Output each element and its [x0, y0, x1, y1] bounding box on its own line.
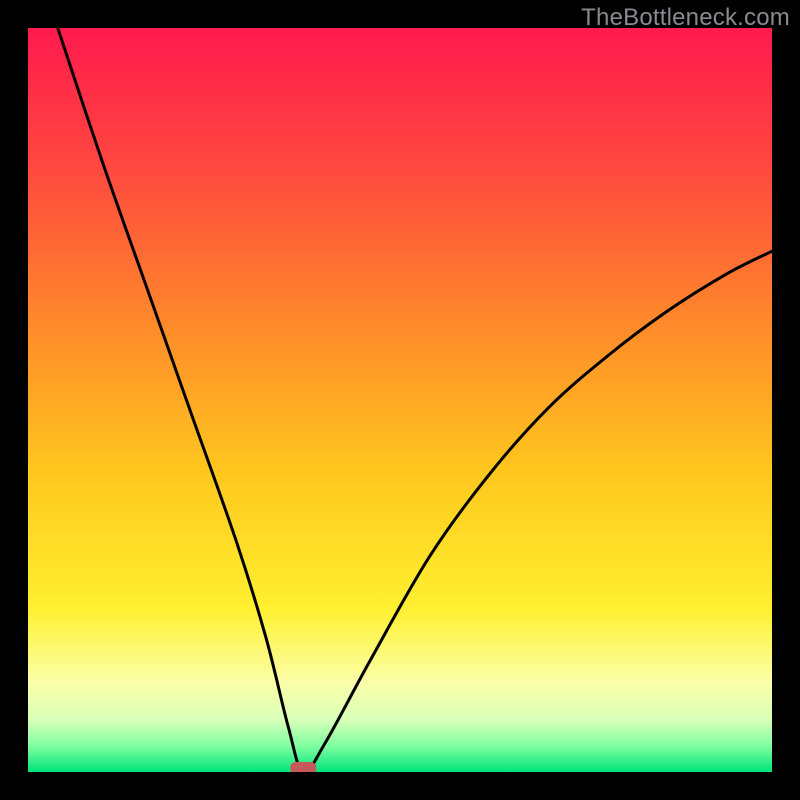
- optimal-marker: [290, 762, 316, 772]
- bottleneck-curve-chart: [28, 28, 772, 772]
- watermark-text: TheBottleneck.com: [581, 4, 790, 32]
- gradient-background: [28, 28, 772, 772]
- plot-area: [28, 28, 772, 772]
- chart-frame: TheBottleneck.com: [0, 0, 800, 800]
